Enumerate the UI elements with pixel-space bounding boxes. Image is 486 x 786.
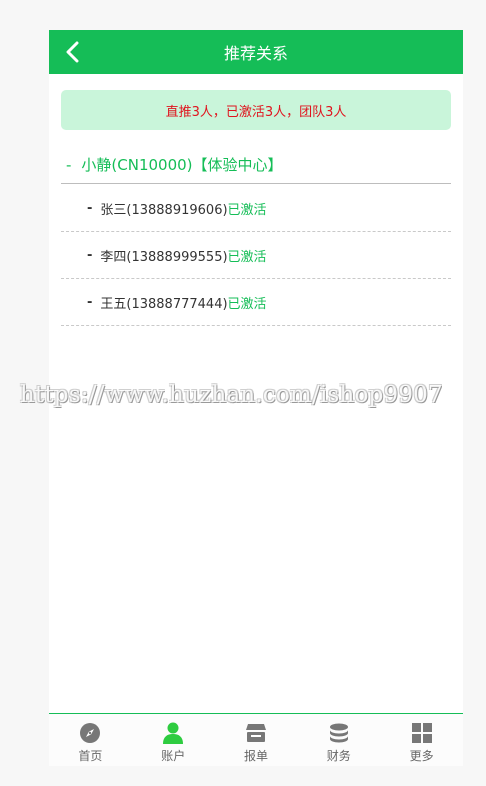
bottom-tab-bar: 首页 账户 报单 财务 更多 (49, 713, 463, 766)
status-badge: 已激活 (227, 296, 267, 312)
tree-dash: - (87, 247, 93, 263)
phone-screen: 推荐关系 直推3人，已激活3人，团队3人 - 小静(CN10000)【体验中心】… (20, 30, 463, 766)
team-summary: 直推3人，已激活3人，团队3人 (61, 90, 451, 130)
child-member-row[interactable]: - 张三(13888919606) 已激活 (61, 185, 451, 232)
coins-icon (327, 721, 351, 745)
grid-icon (410, 721, 434, 745)
page-title: 推荐关系 (223, 44, 288, 63)
tab-label: 报单 (243, 749, 268, 763)
root-member-name: 小静(CN10000)【体验中心】 (81, 156, 283, 174)
tree-dash: - (87, 200, 93, 216)
tree-dash: - (66, 155, 72, 174)
tab-order[interactable]: 报单 (215, 714, 298, 766)
tab-label: 账户 (161, 749, 186, 763)
compass-icon (78, 721, 102, 745)
child-member-row[interactable]: - 王五(13888777444) 已激活 (61, 279, 451, 326)
tree-dash: - (87, 294, 93, 310)
tab-label: 首页 (78, 749, 103, 763)
tab-more[interactable]: 更多 (380, 714, 463, 766)
user-icon (161, 721, 185, 745)
root-member-row[interactable]: - 小静(CN10000)【体验中心】 (61, 146, 451, 184)
watermark: https://www.huzhan.com/ishop9907 (20, 382, 443, 408)
child-member-list: - 张三(13888919606) 已激活 - 李四(13888999555) … (61, 185, 451, 326)
tab-label: 财务 (326, 749, 351, 763)
child-member-name: 李四(13888999555) (100, 249, 228, 265)
tab-home[interactable]: 首页 (49, 714, 132, 766)
header-bar: 推荐关系 (49, 30, 463, 74)
chevron-left-icon (66, 41, 79, 63)
child-member-name: 张三(13888919606) (100, 202, 228, 218)
child-member-name: 王五(13888777444) (100, 296, 228, 312)
tab-label: 更多 (409, 749, 434, 763)
status-badge: 已激活 (227, 202, 267, 218)
child-member-row[interactable]: - 李四(13888999555) 已激活 (61, 232, 451, 279)
store-icon (244, 721, 268, 745)
back-button[interactable] (59, 38, 87, 66)
tab-account[interactable]: 账户 (132, 714, 215, 766)
tab-finance[interactable]: 财务 (297, 714, 380, 766)
status-badge: 已激活 (227, 249, 267, 265)
